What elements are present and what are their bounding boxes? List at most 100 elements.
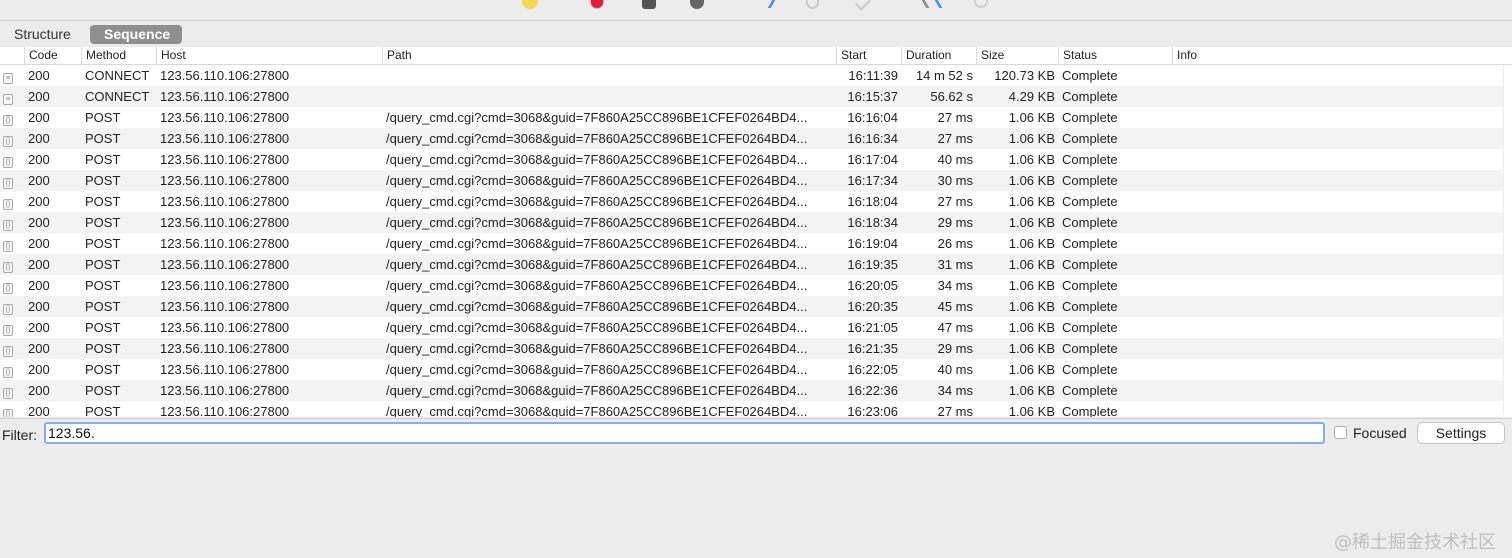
info-cell	[1176, 149, 1476, 170]
size-cell: 1.06 KB	[1008, 131, 1055, 146]
size-cell: 1.06 KB	[1008, 383, 1055, 398]
method-cell: POST	[85, 131, 121, 146]
table-row[interactable]: ≡ 200 CONNECT 123.56.110.106:27800 16:11:39 1…	[0, 65, 1512, 86]
path-cell: /query_cmd.cgi?cmd=3068&guid=7F860A25CC8…	[386, 278, 808, 293]
table-row[interactable]: {} 200 POST 123.56.110.106:27800/query_cmd.…	[0, 275, 1512, 296]
path-cell: /query_cmd.cgi?cmd=3068&guid=7F860A25CC8…	[386, 341, 808, 356]
host-cell: 123.56.110.106:27800	[160, 215, 290, 230]
info-cell	[1176, 233, 1476, 254]
host-cell: 123.56.110.106:27800	[160, 236, 290, 251]
breakpoint-icon[interactable]	[690, 0, 704, 9]
row-icon-cell: {}	[3, 275, 17, 296]
column-status[interactable]: Status	[1058, 47, 1172, 64]
repeat-icon[interactable]	[806, 0, 819, 9]
row-icon-cell: {}	[3, 107, 17, 128]
method-cell: CONNECT	[85, 68, 150, 83]
duration-cell: 27 ms	[937, 110, 973, 125]
tools-icon[interactable]	[921, 0, 943, 8]
validate-icon[interactable]	[854, 0, 872, 11]
method-cell: POST	[85, 341, 121, 356]
column-duration[interactable]: Duration	[901, 47, 976, 64]
method-cell: POST	[85, 383, 121, 398]
host-cell: 123.56.110.106:27800	[160, 194, 290, 209]
method-cell: CONNECT	[85, 89, 150, 104]
info-cell	[1176, 86, 1476, 107]
table-row[interactable]: {} 200 POST 123.56.110.106:27800/query_cmd.…	[0, 212, 1512, 233]
table-row[interactable]: {} 200 POST 123.56.110.106:27800/query_cmd.…	[0, 170, 1512, 191]
duration-cell: 29 ms	[937, 341, 973, 356]
table-row[interactable]: {} 200 POST 123.56.110.106:27800/query_cmd.…	[0, 128, 1512, 149]
code-cell: 200	[28, 89, 50, 104]
table-row[interactable]: ≡ 200 CONNECT 123.56.110.106:27800 16:15:37 5…	[0, 86, 1512, 107]
column-path[interactable]: Path	[382, 47, 836, 64]
compose-icon[interactable]	[753, 0, 776, 8]
table-row[interactable]: {} 200 POST 123.56.110.106:27800/query_cmd.…	[0, 338, 1512, 359]
row-icon-cell: {}	[3, 149, 17, 170]
table-row[interactable]: {} 200 POST 123.56.110.106:27800/query_cmd.…	[0, 233, 1512, 254]
table-row[interactable]: {} 200 POST 123.56.110.106:27800/query_cmd.…	[0, 317, 1512, 338]
table-row[interactable]: {} 200 POST 123.56.110.106:27800/query_cmd.…	[0, 401, 1512, 417]
column-start[interactable]: Start	[836, 47, 901, 64]
table-row[interactable]: {} 200 POST 123.56.110.106:27800/query_cmd.…	[0, 296, 1512, 317]
filter-bar: Filter: Focused Settings	[0, 418, 1512, 449]
column-code[interactable]: Code	[24, 47, 81, 64]
method-cell: POST	[85, 110, 121, 125]
code-cell: 200	[28, 194, 50, 209]
method-cell: POST	[85, 194, 121, 209]
status-cell: Complete	[1062, 173, 1118, 188]
settings-button[interactable]: Settings	[1417, 422, 1505, 444]
table-row[interactable]: {} 200 POST 123.56.110.106:27800/query_cmd.…	[0, 191, 1512, 212]
path-cell: /query_cmd.cgi?cmd=3068&guid=7F860A25CC8…	[386, 404, 808, 417]
status-cell: Complete	[1062, 110, 1118, 125]
filter-input[interactable]	[44, 422, 1325, 444]
start-cell: 16:19:04	[847, 236, 898, 251]
table-row[interactable]: {} 200 POST 123.56.110.106:27800/query_cmd.…	[0, 380, 1512, 401]
status-cell: Complete	[1062, 257, 1118, 272]
code-cell: 200	[28, 131, 50, 146]
size-cell: 1.06 KB	[1008, 362, 1055, 377]
record-icon[interactable]	[590, 0, 604, 9]
method-cell: POST	[85, 320, 121, 335]
tab-sequence[interactable]: Sequence	[90, 25, 182, 44]
method-cell: POST	[85, 215, 121, 230]
code-cell: 200	[28, 215, 50, 230]
path-cell: /query_cmd.cgi?cmd=3068&guid=7F860A25CC8…	[386, 173, 808, 188]
table-row[interactable]: {} 200 POST 123.56.110.106:27800/query_cmd.…	[0, 254, 1512, 275]
row-icon-cell: {}	[3, 170, 17, 191]
column-info[interactable]: Info	[1172, 47, 1504, 64]
code-cell: 200	[28, 341, 50, 356]
json-icon: {}	[3, 304, 13, 315]
table-row[interactable]: {} 200 POST 123.56.110.106:27800/query_cmd.…	[0, 107, 1512, 128]
code-cell: 200	[28, 257, 50, 272]
settings-icon[interactable]	[974, 0, 988, 8]
start-cell: 16:16:34	[847, 131, 898, 146]
status-cell: Complete	[1062, 299, 1118, 314]
size-cell: 1.06 KB	[1008, 404, 1055, 417]
vertical-scrollbar[interactable]	[1503, 65, 1512, 415]
row-icon-cell: {}	[3, 254, 17, 275]
start-cell: 16:17:04	[847, 152, 898, 167]
column-size[interactable]: Size	[976, 47, 1058, 64]
host-cell: 123.56.110.106:27800	[160, 257, 290, 272]
info-cell	[1176, 65, 1476, 86]
info-cell	[1176, 254, 1476, 275]
focused-checkbox[interactable]	[1334, 426, 1347, 439]
info-cell	[1176, 191, 1476, 212]
pen-icon[interactable]	[522, 0, 538, 9]
start-cell: 16:21:35	[847, 341, 898, 356]
table-header: Code Method Host Path Start Duration Siz…	[0, 47, 1512, 65]
code-cell: 200	[28, 173, 50, 188]
path-cell: /query_cmd.cgi?cmd=3068&guid=7F860A25CC8…	[386, 299, 808, 314]
status-cell: Complete	[1062, 320, 1118, 335]
host-cell: 123.56.110.106:27800	[160, 131, 290, 146]
info-cell	[1176, 128, 1476, 149]
status-cell: Complete	[1062, 89, 1118, 104]
table-row[interactable]: {} 200 POST 123.56.110.106:27800/query_cmd.…	[0, 359, 1512, 380]
tab-structure[interactable]: Structure	[0, 25, 85, 44]
trash-icon[interactable]	[642, 0, 656, 9]
column-host[interactable]: Host	[156, 47, 382, 64]
host-cell: 123.56.110.106:27800	[160, 341, 290, 356]
code-cell: 200	[28, 110, 50, 125]
table-row[interactable]: {} 200 POST 123.56.110.106:27800/query_cmd.…	[0, 149, 1512, 170]
column-method[interactable]: Method	[81, 47, 156, 64]
